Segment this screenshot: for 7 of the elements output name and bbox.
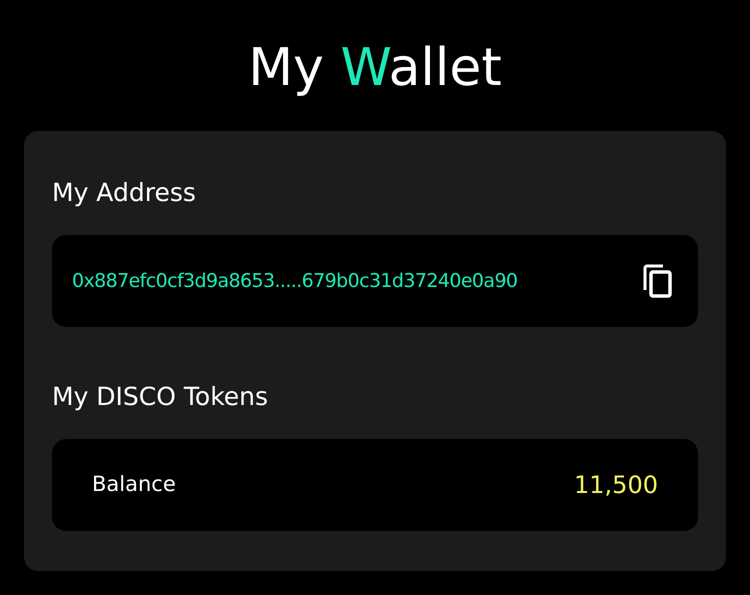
copy-icon[interactable] xyxy=(642,264,674,298)
page-title: My Wallet xyxy=(248,37,502,100)
section-heading: My Address xyxy=(52,177,196,209)
balance-label: Balance xyxy=(92,471,176,498)
section-heading: My DISCO Tokens xyxy=(52,381,268,413)
wallet-address: 0x887efc0cf3d9a8653.....679b0c31d37240e0a90 xyxy=(72,268,518,294)
balance-amount: 11,500 xyxy=(574,470,658,501)
